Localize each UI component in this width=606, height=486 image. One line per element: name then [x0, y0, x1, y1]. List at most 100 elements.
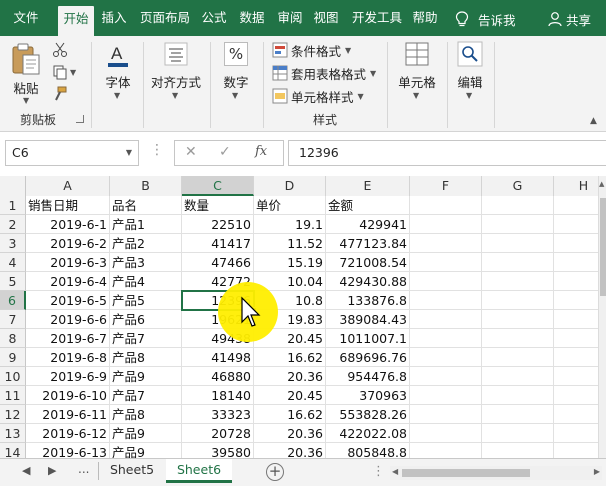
cell-a10[interactable]: 2019-6-9 — [26, 367, 110, 386]
sheet-nav-prev-icon[interactable]: ◀ — [22, 464, 30, 477]
cell-c1[interactable]: 数量 — [182, 196, 254, 215]
cell-a4[interactable]: 2019-6-3 — [26, 253, 110, 272]
tab-help[interactable]: 帮助 — [408, 0, 442, 36]
cell-g12[interactable] — [482, 405, 554, 424]
cell-b13[interactable]: 产品9 — [110, 424, 182, 443]
cell-a6[interactable]: 2019-6-5 — [26, 291, 110, 310]
cell-f12[interactable] — [410, 405, 482, 424]
cell-h8[interactable] — [554, 329, 598, 348]
number-group-button[interactable]: % 数字 ▼ — [214, 40, 258, 104]
row-header-11[interactable]: 11 — [0, 386, 26, 405]
cell-c9[interactable]: 41498 — [182, 348, 254, 367]
cell-a12[interactable]: 2019-6-11 — [26, 405, 110, 424]
font-group-button[interactable]: A 字体 ▼ — [96, 40, 140, 104]
cell-e5[interactable]: 429430.88 — [326, 272, 410, 291]
cell-b10[interactable]: 产品9 — [110, 367, 182, 386]
cancel-icon[interactable]: ✕ — [185, 144, 197, 160]
cell-h3[interactable] — [554, 234, 598, 253]
cell-h4[interactable] — [554, 253, 598, 272]
tab-view[interactable]: 视图 — [310, 0, 342, 36]
cell-b7[interactable]: 产品6 — [110, 310, 182, 329]
cell-d14[interactable]: 20.36 — [254, 443, 326, 458]
cell-b3[interactable]: 产品2 — [110, 234, 182, 253]
cell-h11[interactable] — [554, 386, 598, 405]
cell-a9[interactable]: 2019-6-8 — [26, 348, 110, 367]
cell-a3[interactable]: 2019-6-2 — [26, 234, 110, 253]
tab-insert[interactable]: 插入 — [98, 0, 130, 36]
cell-e7[interactable]: 389084.43 — [326, 310, 410, 329]
cell-g4[interactable] — [482, 253, 554, 272]
cell-e4[interactable]: 721008.54 — [326, 253, 410, 272]
cell-g13[interactable] — [482, 424, 554, 443]
tab-home[interactable]: 开始 — [58, 6, 94, 36]
cell-d2[interactable]: 19.1 — [254, 215, 326, 234]
cell-g7[interactable] — [482, 310, 554, 329]
insert-function-icon[interactable]: fx — [255, 144, 267, 159]
cell-c4[interactable]: 47466 — [182, 253, 254, 272]
cell-a2[interactable]: 2019-6-1 — [26, 215, 110, 234]
cell-g9[interactable] — [482, 348, 554, 367]
row-header-13[interactable]: 13 — [0, 424, 26, 443]
cell-f8[interactable] — [410, 329, 482, 348]
cell-h13[interactable] — [554, 424, 598, 443]
sheet-nav-next-icon[interactable]: ▶ — [48, 464, 56, 477]
cell-g3[interactable] — [482, 234, 554, 253]
tab-developer[interactable]: 开发工具 — [348, 0, 406, 36]
cell-e11[interactable]: 370963 — [326, 386, 410, 405]
row-header-10[interactable]: 10 — [0, 367, 26, 386]
cell-f3[interactable] — [410, 234, 482, 253]
vertical-scroll-thumb[interactable] — [600, 198, 606, 296]
scroll-right-icon[interactable]: ▶ — [594, 467, 600, 476]
cell-c13[interactable]: 20728 — [182, 424, 254, 443]
cell-b2[interactable]: 产品1 — [110, 215, 182, 234]
cut-button[interactable] — [52, 42, 70, 60]
cell-g6[interactable] — [482, 291, 554, 310]
cell-b1[interactable]: 品名 — [110, 196, 182, 215]
column-header-c[interactable]: C — [182, 176, 254, 196]
cell-b14[interactable]: 产品9 — [110, 443, 182, 458]
cell-e2[interactable]: 429941 — [326, 215, 410, 234]
cell-d10[interactable]: 20.36 — [254, 367, 326, 386]
cell-h9[interactable] — [554, 348, 598, 367]
tab-page-layout[interactable]: 页面布局 — [136, 0, 194, 36]
cell-b11[interactable]: 产品7 — [110, 386, 182, 405]
cell-h12[interactable] — [554, 405, 598, 424]
tab-data[interactable]: 数据 — [236, 0, 268, 36]
cell-e14[interactable]: 805848.8 — [326, 443, 410, 458]
cell-f10[interactable] — [410, 367, 482, 386]
horizontal-scrollbar[interactable]: ◀ ▶ — [390, 466, 602, 480]
row-header-2[interactable]: 2 — [0, 215, 26, 234]
column-header-a[interactable]: A — [26, 176, 110, 196]
cell-e3[interactable]: 477123.84 — [326, 234, 410, 253]
cell-g1[interactable] — [482, 196, 554, 215]
name-box[interactable]: C6 ▼ — [5, 140, 139, 166]
column-header-b[interactable]: B — [110, 176, 182, 196]
select-all-corner[interactable] — [0, 176, 26, 196]
format-painter-button[interactable] — [52, 86, 70, 104]
cell-d1[interactable]: 单价 — [254, 196, 326, 215]
alignment-group-button[interactable]: 对齐方式 ▼ — [147, 40, 205, 104]
tab-file[interactable]: 文件 — [0, 0, 52, 36]
cell-a13[interactable]: 2019-6-12 — [26, 424, 110, 443]
worksheet-grid[interactable]: ABCDEFGH 1 销售日期 品名 数量 单价 金额 2 2019-6-1 产品1 22510 1… — [0, 176, 598, 458]
cell-g10[interactable] — [482, 367, 554, 386]
cell-f1[interactable] — [410, 196, 482, 215]
column-header-h[interactable]: H — [554, 176, 598, 196]
cells-group-button[interactable]: 单元格 ▼ — [392, 40, 442, 104]
column-header-e[interactable]: E — [326, 176, 410, 196]
cell-e13[interactable]: 422022.08 — [326, 424, 410, 443]
cell-d11[interactable]: 20.45 — [254, 386, 326, 405]
cell-c12[interactable]: 33323 — [182, 405, 254, 424]
row-header-14[interactable]: 14 — [0, 443, 26, 458]
cell-a11[interactable]: 2019-6-10 — [26, 386, 110, 405]
row-header-1[interactable]: 1 — [0, 196, 26, 215]
cell-f2[interactable] — [410, 215, 482, 234]
cell-f13[interactable] — [410, 424, 482, 443]
row-header-6[interactable]: 6 — [0, 291, 26, 310]
add-sheet-button[interactable]: + — [266, 463, 284, 481]
cell-b6[interactable]: 产品5 — [110, 291, 182, 310]
name-box-dropdown-icon[interactable]: ▼ — [126, 141, 132, 165]
row-header-7[interactable]: 7 — [0, 310, 26, 329]
cell-b8[interactable]: 产品7 — [110, 329, 182, 348]
paste-button[interactable]: 粘贴 ▼ — [6, 40, 46, 105]
